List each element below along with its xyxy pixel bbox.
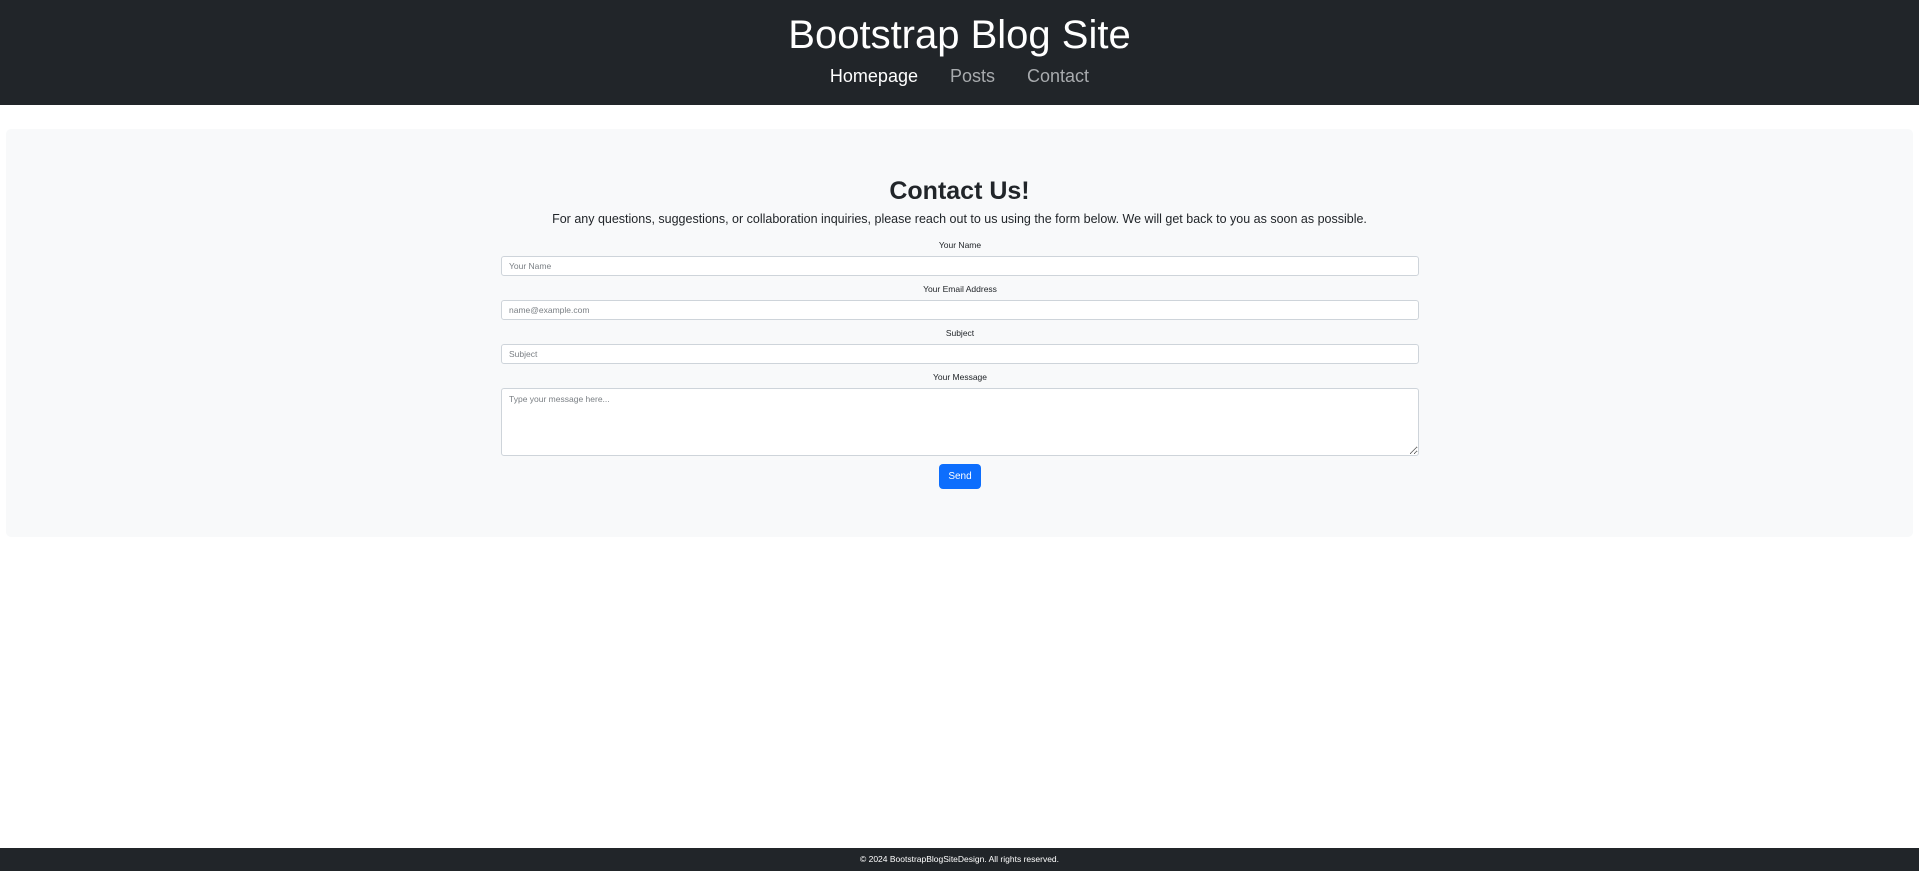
email-field-label: Your Email Address	[923, 284, 997, 294]
nav-contact-link[interactable]: Contact	[1027, 64, 1089, 88]
send-button[interactable]: Send	[939, 464, 981, 489]
nav-posts-link[interactable]: Posts	[950, 64, 995, 88]
main-nav: Homepage Posts Contact	[0, 64, 1919, 88]
name-field-label: Your Name	[938, 240, 982, 250]
contact-intro-text: For any questions, suggestions, or colla…	[552, 212, 1367, 226]
name-input[interactable]	[501, 256, 1419, 276]
message-field-label: Your Message	[932, 372, 988, 382]
email-input[interactable]	[501, 300, 1419, 320]
subject-input[interactable]	[501, 344, 1419, 364]
site-header: Bootstrap Blog Site Homepage Posts Conta…	[0, 0, 1919, 105]
message-textarea[interactable]	[501, 388, 1419, 456]
subject-field-label: Subject	[945, 328, 975, 338]
contact-title: Contact Us!	[889, 177, 1030, 205]
site-footer: © 2024 BootstrapBlogSiteDesign. All righ…	[0, 848, 1919, 871]
nav-homepage-link[interactable]: Homepage	[830, 64, 918, 88]
copyright-text: © 2024 BootstrapBlogSiteDesign. All righ…	[859, 854, 1060, 864]
site-title: Bootstrap Blog Site	[788, 13, 1131, 57]
page: Bootstrap Blog Site Homepage Posts Conta…	[0, 0, 1919, 871]
